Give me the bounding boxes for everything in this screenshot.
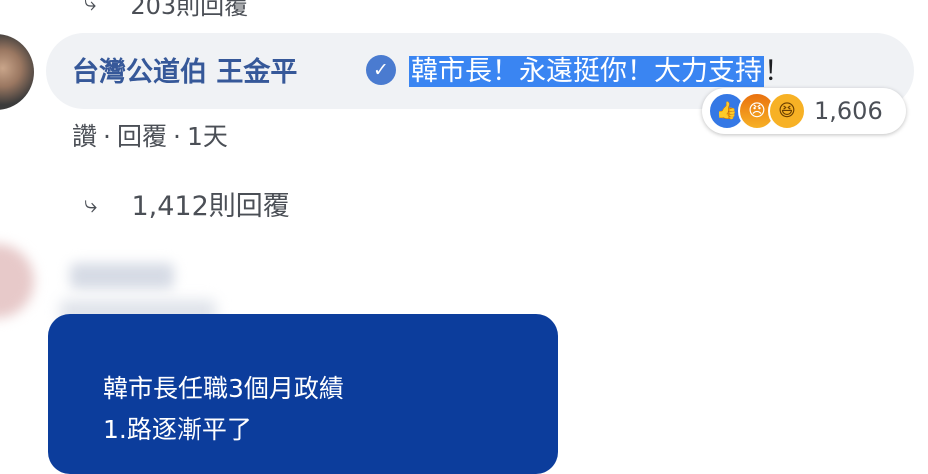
comment-text: 韓市長！永遠挺你！大力支持！ xyxy=(409,49,791,88)
comment-text-tail: ！ xyxy=(764,56,791,87)
comment-actions: 讚 · 回覆 · 1天 xyxy=(72,117,228,153)
haha-icon: 😆 xyxy=(768,92,806,130)
timestamp[interactable]: 1天 xyxy=(187,122,228,151)
view-replies-link[interactable]: ⤷ 1,412則回覆 xyxy=(84,184,290,223)
separator-dot: · xyxy=(172,122,181,151)
blurred-avatar xyxy=(0,244,34,318)
reply-arrow-icon: ⤷ xyxy=(84,0,97,16)
reaction-count: 1,606 xyxy=(814,97,883,125)
comment-author[interactable]: 台灣公道伯 王金平 xyxy=(72,50,297,89)
card-line-title: 韓市長任職3個月政績 xyxy=(103,374,344,403)
reply-arrow-icon: ⤷ xyxy=(84,189,98,218)
reactions-summary[interactable]: 👍 😠 😆 1,606 xyxy=(702,88,906,134)
replies-count: 1,412則回覆 xyxy=(131,191,290,222)
verified-badge-icon: ✓ xyxy=(366,55,396,85)
like-link[interactable]: 讚 xyxy=(72,122,97,151)
reply-link[interactable]: 回覆 xyxy=(117,122,167,151)
avatar[interactable] xyxy=(0,34,34,110)
separator-dot: · xyxy=(103,122,111,151)
previous-replies-count: 203則回覆 xyxy=(130,0,249,20)
selected-text: 韓市長！永遠挺你！大力支持 xyxy=(409,56,764,87)
previous-replies-link[interactable]: ⤷ 203則回覆 xyxy=(84,0,248,21)
card-line-item: 1.路逐漸平了 xyxy=(103,415,252,444)
blurred-author-name xyxy=(70,263,174,289)
